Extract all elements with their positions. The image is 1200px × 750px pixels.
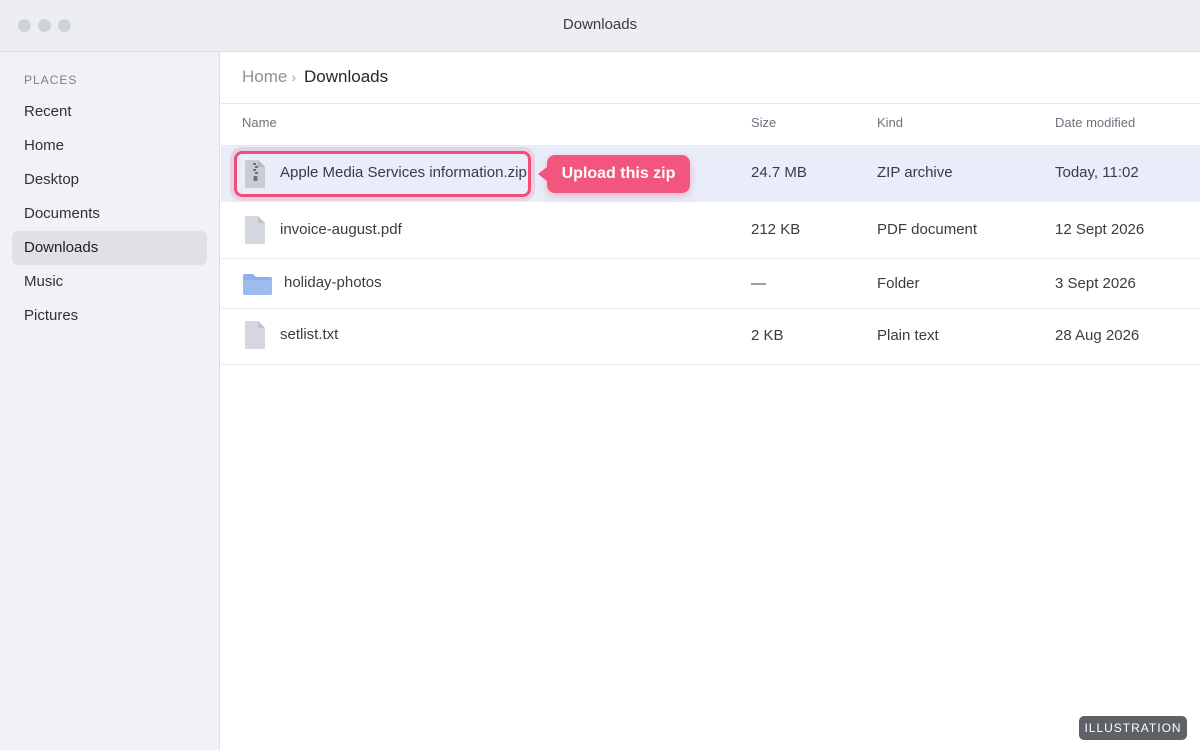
sidebar-item-downloads[interactable]: Downloads — [12, 231, 207, 265]
file-name: setlist.txt — [280, 326, 339, 343]
sidebar-item-recent[interactable]: Recent — [12, 95, 207, 129]
file-date: 3 Sept 2026 — [1055, 275, 1136, 292]
document-icon — [245, 216, 265, 244]
column-header-name[interactable]: Name — [242, 115, 277, 130]
sidebar: PLACES Recent Home Desktop Documents Dow… — [0, 52, 220, 750]
illustration-badge: ILLUSTRATION — [1079, 716, 1187, 740]
column-header-date[interactable]: Date modified — [1055, 115, 1135, 130]
breadcrumb-current: Downloads — [304, 67, 389, 86]
sidebar-item-desktop[interactable]: Desktop — [12, 163, 207, 197]
file-size: 24.7 MB — [751, 164, 807, 181]
table-row[interactable]: Apple Media Services information.zip Upl… — [221, 145, 1200, 202]
file-date: Today, 11:02 — [1055, 164, 1139, 181]
file-kind: Folder — [877, 275, 920, 292]
file-name: Apple Media Services information.zip — [280, 164, 527, 181]
sidebar-item-pictures[interactable]: Pictures — [12, 299, 207, 333]
file-name: holiday-photos — [284, 274, 382, 291]
column-header-size[interactable]: Size — [751, 115, 776, 130]
sidebar-item-documents[interactable]: Documents — [12, 197, 207, 231]
table-row[interactable]: holiday-photos — Folder 3 Sept 2026 — [221, 259, 1200, 309]
file-size: 212 KB — [751, 221, 801, 238]
file-size: 2 KB — [751, 327, 784, 344]
file-date: 28 Aug 2026 — [1055, 327, 1140, 344]
table-row[interactable]: invoice-august.pdf 212 KB PDF document 1… — [221, 202, 1200, 259]
sidebar-item-home[interactable]: Home — [12, 129, 207, 163]
zip-file-icon — [245, 160, 265, 188]
file-size: — — [751, 275, 766, 292]
file-browser: Home › Downloads Name Size Kind Date mod… — [221, 52, 1200, 750]
places-list: Recent Home Desktop Documents Downloads … — [12, 95, 207, 333]
window-title: Downloads — [562, 16, 638, 33]
table-row[interactable]: setlist.txt 2 KB Plain text 28 Aug 2026 — [221, 309, 1200, 365]
breadcrumb: Home › Downloads — [242, 66, 388, 88]
column-header-kind[interactable]: Kind — [877, 115, 903, 130]
title-bar: Downloads — [0, 0, 1200, 52]
file-date: 12 Sept 2026 — [1055, 221, 1145, 238]
sidebar-item-music[interactable]: Music — [12, 265, 207, 299]
document-icon — [245, 321, 265, 349]
file-kind: Plain text — [877, 327, 939, 344]
file-name: invoice-august.pdf — [280, 221, 402, 238]
upload-callout: Upload this zip — [538, 155, 690, 193]
file-kind: PDF document — [877, 221, 978, 238]
breadcrumb-home[interactable]: Home — [242, 67, 287, 87]
places-heading: PLACES — [24, 73, 78, 87]
folder-icon — [243, 274, 272, 295]
breadcrumb-separator: › — [291, 69, 297, 85]
divider — [221, 103, 1200, 104]
file-kind: ZIP archive — [877, 164, 953, 181]
